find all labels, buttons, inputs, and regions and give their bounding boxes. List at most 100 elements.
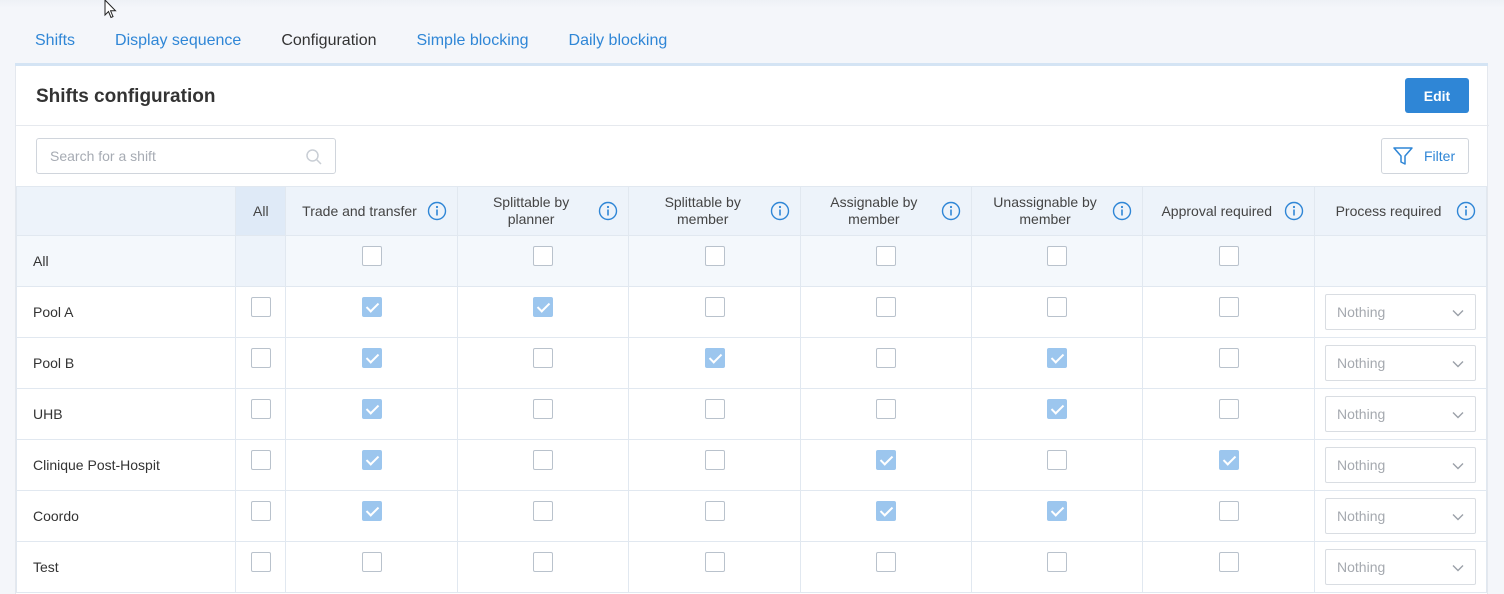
tab-bar: Shifts Display sequence Configuration Si…: [15, 24, 687, 66]
option-checkbox[interactable]: [533, 348, 554, 368]
table-header-row: All Trade and transfer Splittable by plan…: [15, 186, 1487, 236]
option-checkbox[interactable]: [704, 552, 725, 572]
option-checkbox[interactable]: [1218, 348, 1239, 368]
process-value: Nothing: [1337, 304, 1386, 320]
select-all-column-checkbox[interactable]: [533, 246, 554, 266]
chevron-down-icon: [1452, 463, 1464, 470]
row-select-all-checkbox[interactable]: [250, 297, 271, 317]
select-all-column-checkbox[interactable]: [361, 246, 382, 266]
option-checkbox[interactable]: [875, 501, 896, 521]
edit-button[interactable]: Edit: [1405, 78, 1469, 113]
table-row: UHB Nothing: [15, 388, 1487, 440]
tab-display-sequence[interactable]: Display sequence: [95, 24, 261, 66]
shift-name: Pool A: [15, 286, 237, 338]
chevron-down-icon: [1452, 310, 1464, 317]
option-checkbox[interactable]: [704, 399, 725, 419]
search-input[interactable]: [37, 139, 287, 173]
option-checkbox[interactable]: [361, 552, 382, 572]
process-value: Nothing: [1337, 406, 1386, 422]
process-value: Nothing: [1337, 457, 1386, 473]
process-select[interactable]: Nothing: [1325, 447, 1477, 483]
option-checkbox[interactable]: [1218, 450, 1239, 470]
table-row: Pool A Nothing: [15, 286, 1487, 338]
info-icon[interactable]: [1456, 201, 1476, 221]
option-checkbox[interactable]: [533, 552, 554, 572]
shift-name: Test: [15, 541, 237, 593]
header-column: Splittable by planner: [456, 186, 630, 236]
info-icon[interactable]: [427, 201, 447, 221]
row-label-all: All: [15, 235, 237, 287]
select-all-column-checkbox[interactable]: [704, 246, 725, 266]
row-select-all-checkbox[interactable]: [250, 348, 271, 368]
all-row: All: [15, 235, 1487, 287]
search-icon: [306, 149, 322, 165]
header-column: Unassignable by member: [970, 186, 1144, 236]
option-checkbox[interactable]: [1218, 297, 1239, 317]
option-checkbox[interactable]: [533, 297, 554, 317]
option-checkbox[interactable]: [533, 501, 554, 521]
option-checkbox[interactable]: [1047, 297, 1068, 317]
option-checkbox[interactable]: [875, 348, 896, 368]
row-select-all-checkbox[interactable]: [250, 450, 271, 470]
option-checkbox[interactable]: [875, 297, 896, 317]
filter-icon: [1393, 147, 1413, 165]
info-icon[interactable]: [1112, 201, 1132, 221]
tab-configuration[interactable]: Configuration: [261, 24, 397, 66]
header-column: Splittable by member: [628, 186, 802, 236]
option-checkbox[interactable]: [361, 399, 382, 419]
tab-simple-blocking[interactable]: Simple blocking: [396, 24, 548, 66]
tab-shifts[interactable]: Shifts: [15, 24, 95, 66]
option-checkbox[interactable]: [875, 450, 896, 470]
select-all-column-checkbox[interactable]: [1047, 246, 1068, 266]
option-checkbox[interactable]: [704, 501, 725, 521]
option-checkbox[interactable]: [1047, 348, 1068, 368]
filter-button[interactable]: Filter: [1381, 138, 1469, 174]
process-select[interactable]: Nothing: [1325, 498, 1477, 534]
info-icon[interactable]: [598, 201, 618, 221]
tab-daily-blocking[interactable]: Daily blocking: [549, 24, 688, 66]
all-row-process-cell: [1314, 235, 1487, 287]
divider: [16, 125, 1489, 126]
shifts-configuration-panel: Shifts configuration Edit Filter All Tra…: [15, 66, 1489, 594]
top-bar: [0, 0, 1504, 8]
option-checkbox[interactable]: [704, 348, 725, 368]
row-select-all-checkbox[interactable]: [250, 552, 271, 572]
table-row: Coordo Nothing: [15, 490, 1487, 542]
process-value: Nothing: [1337, 508, 1386, 524]
header-name: [15, 186, 237, 236]
process-select[interactable]: Nothing: [1325, 549, 1477, 585]
process-select[interactable]: Nothing: [1325, 294, 1477, 330]
option-checkbox[interactable]: [361, 450, 382, 470]
row-select-all-checkbox[interactable]: [250, 501, 271, 521]
header-column: Assignable by member: [800, 186, 972, 236]
row-select-all-checkbox[interactable]: [250, 399, 271, 419]
process-select[interactable]: Nothing: [1325, 396, 1477, 432]
process-value: Nothing: [1337, 559, 1386, 575]
option-checkbox[interactable]: [1218, 399, 1239, 419]
option-checkbox[interactable]: [1047, 450, 1068, 470]
option-checkbox[interactable]: [875, 399, 896, 419]
option-checkbox[interactable]: [361, 348, 382, 368]
option-checkbox[interactable]: [533, 450, 554, 470]
info-icon[interactable]: [941, 201, 961, 221]
header-all: All: [235, 186, 287, 236]
option-checkbox[interactable]: [704, 297, 725, 317]
option-checkbox[interactable]: [361, 297, 382, 317]
filter-label: Filter: [1424, 148, 1456, 164]
option-checkbox[interactable]: [875, 552, 896, 572]
option-checkbox[interactable]: [1047, 399, 1068, 419]
info-icon[interactable]: [770, 201, 790, 221]
info-icon[interactable]: [1284, 201, 1304, 221]
option-checkbox[interactable]: [704, 450, 725, 470]
option-checkbox[interactable]: [361, 501, 382, 521]
option-checkbox[interactable]: [1047, 501, 1068, 521]
option-checkbox[interactable]: [1218, 552, 1239, 572]
table-row: Clinique Post-Hospit Nothing: [15, 439, 1487, 491]
table-row: Pool B Nothing: [15, 337, 1487, 389]
select-all-column-checkbox[interactable]: [1218, 246, 1239, 266]
option-checkbox[interactable]: [1047, 552, 1068, 572]
option-checkbox[interactable]: [1218, 501, 1239, 521]
option-checkbox[interactable]: [533, 399, 554, 419]
select-all-column-checkbox[interactable]: [875, 246, 896, 266]
process-select[interactable]: Nothing: [1325, 345, 1477, 381]
